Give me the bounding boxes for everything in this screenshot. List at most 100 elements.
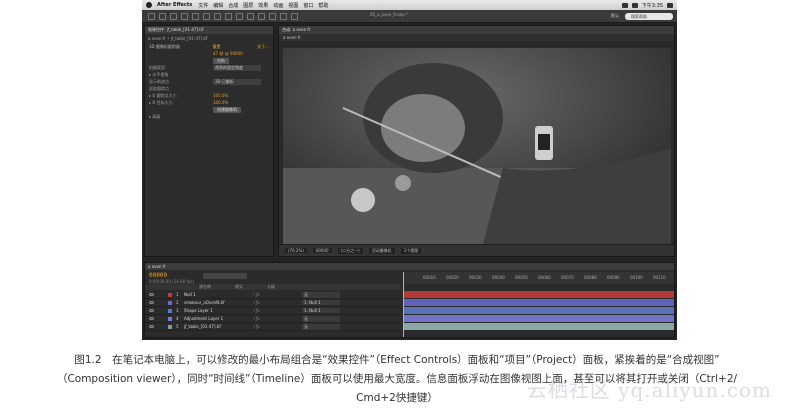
parent-dropdown[interactable]: 1. Null 1	[302, 308, 340, 313]
layer-switches[interactable]: ⁄ ƒx	[254, 324, 302, 329]
composition-tab[interactable]: 合成: a oven fr	[279, 26, 674, 34]
effect-param-dropdown[interactable]: 视角的固定角度	[213, 64, 261, 71]
effect-param-row[interactable]: ▸ ⏱ 目标大小 100.0%	[145, 99, 273, 106]
layer-color-swatch[interactable]	[168, 316, 172, 321]
time-ruler[interactable]: 00010 00020 00030 00040 00050 00060 00070 00080…	[403, 272, 674, 284]
layer-duration-bar[interactable]	[403, 323, 674, 330]
effect-param-button[interactable]: 分析	[213, 57, 229, 64]
effect-param-value[interactable]: 47 帧 @ 00000	[213, 51, 243, 57]
rotate-tool-icon[interactable]	[181, 12, 188, 20]
zoom-tool-icon[interactable]	[170, 12, 177, 20]
timeline-tab[interactable]: a oven fr	[145, 263, 674, 270]
timeline-layer-row[interactable]: 3 Shape Layer 1 ⁄ ƒx 1. Null 1	[145, 307, 400, 315]
menu-effect[interactable]: 效果	[258, 2, 268, 9]
effect-about-link[interactable]: 关于...	[257, 44, 269, 50]
menu-animation[interactable]: 动画	[273, 2, 283, 9]
layer-switches[interactable]: ⁄ ƒx	[254, 300, 302, 305]
timeline-layer-row[interactable]: 1 Null 1 ⁄ ƒx 无	[145, 291, 400, 299]
effect-param-row[interactable]: ▸ 高级	[145, 113, 273, 120]
composition-frame[interactable]	[283, 48, 671, 244]
layer-duration-bar[interactable]	[403, 291, 674, 298]
layer-duration-bar[interactable]	[403, 315, 674, 322]
layer-color-swatch[interactable]	[168, 300, 172, 305]
menu-edit[interactable]: 编辑	[213, 2, 223, 9]
layer-switches[interactable]: ⁄ ƒx	[254, 308, 302, 313]
views-dropdown[interactable]: 1个视图	[400, 247, 422, 254]
layer-switches[interactable]: ⁄ ƒx	[254, 292, 302, 297]
effect-reset-link[interactable]: 重置	[213, 44, 221, 50]
camera-dropdown[interactable]: 活动摄像机	[368, 247, 395, 254]
timeline-search-input[interactable]	[203, 273, 247, 279]
wifi-icon[interactable]	[621, 2, 628, 8]
menu-view[interactable]: 视图	[288, 2, 298, 9]
visibility-eye-icon[interactable]	[149, 301, 154, 304]
layer-name[interactable]: Null 1	[184, 292, 254, 297]
parent-dropdown[interactable]: 无	[302, 315, 340, 322]
mode-header[interactable]: 模式	[235, 284, 243, 290]
layer-switches[interactable]: ⁄ ƒx	[254, 316, 302, 321]
layer-name[interactable]: smokeur_aOvenN.tif	[184, 300, 254, 305]
pen-tool-icon[interactable]	[225, 12, 232, 20]
composition-timecode[interactable]: 00000	[312, 248, 332, 253]
effect-param-value[interactable]: 100.0%	[213, 93, 228, 98]
battery-icon[interactable]	[631, 2, 638, 8]
timeline-layer-row[interactable]: 5 jf_table_[01-47].tif ⁄ ƒx 无	[145, 323, 400, 331]
effect-param-value[interactable]: 100.0%	[213, 100, 228, 105]
pan-behind-tool-icon[interactable]	[203, 12, 210, 20]
layer-name[interactable]: Adjustment Layer 1	[184, 316, 254, 321]
selection-tool-icon[interactable]	[148, 12, 155, 20]
effect-param-row[interactable]: 显示轨迹点 3D 已解析	[145, 78, 273, 85]
eraser-tool-icon[interactable]	[269, 12, 276, 20]
roto-brush-tool-icon[interactable]	[280, 12, 287, 20]
menu-help[interactable]: 帮助	[318, 2, 328, 9]
spotlight-icon[interactable]	[667, 2, 673, 8]
clone-tool-icon[interactable]	[258, 12, 265, 20]
visibility-eye-icon[interactable]	[149, 293, 154, 296]
menu-composition[interactable]: 合成	[228, 2, 238, 9]
composition-breadcrumb[interactable]: a oven fr	[279, 34, 674, 41]
layer-name[interactable]: Shape Layer 1	[184, 308, 254, 313]
effect-param-row[interactable]: 创建摄像机	[145, 106, 273, 113]
layer-name[interactable]: jf_table_[01-47].tif	[184, 324, 254, 329]
text-tool-icon[interactable]	[236, 12, 243, 20]
effect-controls-tab[interactable]: 效果控件: jf_table_[01-47].tif	[145, 26, 273, 34]
effect-param-row[interactable]: 47 帧 @ 00000	[145, 50, 273, 57]
visibility-eye-icon[interactable]	[149, 317, 154, 320]
parent-dropdown[interactable]: 无	[302, 323, 340, 330]
timeline-layer-row[interactable]: 4 Adjustment Layer 1 ⁄ ƒx 无	[145, 315, 400, 323]
menu-file[interactable]: 文件	[198, 2, 208, 9]
app-menu[interactable]: After Effects	[157, 2, 192, 8]
effect-param-row[interactable]: 分析	[145, 57, 273, 64]
effect-name[interactable]: 3D 摄像机跟踪器	[149, 44, 180, 50]
apple-icon[interactable]	[146, 2, 152, 8]
effect-param-row[interactable]: ▸ 水平视角	[145, 71, 273, 78]
layer-color-swatch[interactable]	[168, 308, 172, 313]
effect-param-row[interactable]: ▸ ⏱ 跟踪点大小 100.0%	[145, 92, 273, 99]
parent-header[interactable]: 父级	[267, 284, 275, 290]
brush-tool-icon[interactable]	[247, 12, 254, 20]
effect-param-row[interactable]: 拍摄类型 视角的固定角度	[145, 64, 273, 71]
effect-param-dropdown[interactable]: 3D 已解析	[213, 78, 261, 85]
help-search-input[interactable]: 搜索帮助	[625, 13, 673, 20]
layer-duration-bar[interactable]	[403, 307, 674, 314]
parent-dropdown[interactable]: 无	[302, 291, 340, 298]
effect-param-row[interactable]: 渲染跟踪点	[145, 85, 273, 92]
menubar-clock[interactable]: 下午3:35	[642, 2, 663, 9]
timeline-timecode[interactable]: 00000	[149, 272, 167, 279]
source-name-header[interactable]: 源名称	[199, 284, 211, 290]
puppet-tool-icon[interactable]	[291, 12, 298, 20]
hand-tool-icon[interactable]	[159, 12, 166, 20]
parent-dropdown[interactable]: 1. Null 1	[302, 300, 340, 305]
layer-duration-bar[interactable]	[403, 299, 674, 306]
camera-tool-icon[interactable]	[192, 12, 199, 20]
layer-color-swatch[interactable]	[168, 324, 172, 329]
visibility-eye-icon[interactable]	[149, 309, 154, 312]
visibility-eye-icon[interactable]	[149, 325, 154, 328]
layer-color-swatch[interactable]	[168, 292, 172, 297]
workspace-selector[interactable]: 默认	[611, 13, 619, 19]
effect-param-button[interactable]: 创建摄像机	[213, 106, 241, 113]
current-time-indicator[interactable]	[403, 272, 404, 337]
menu-layer[interactable]: 图层	[243, 2, 253, 9]
mask-tool-icon[interactable]	[214, 12, 221, 20]
timeline-layer-row[interactable]: 2 smokeur_aOvenN.tif ⁄ ƒx 1. Null 1	[145, 299, 400, 307]
